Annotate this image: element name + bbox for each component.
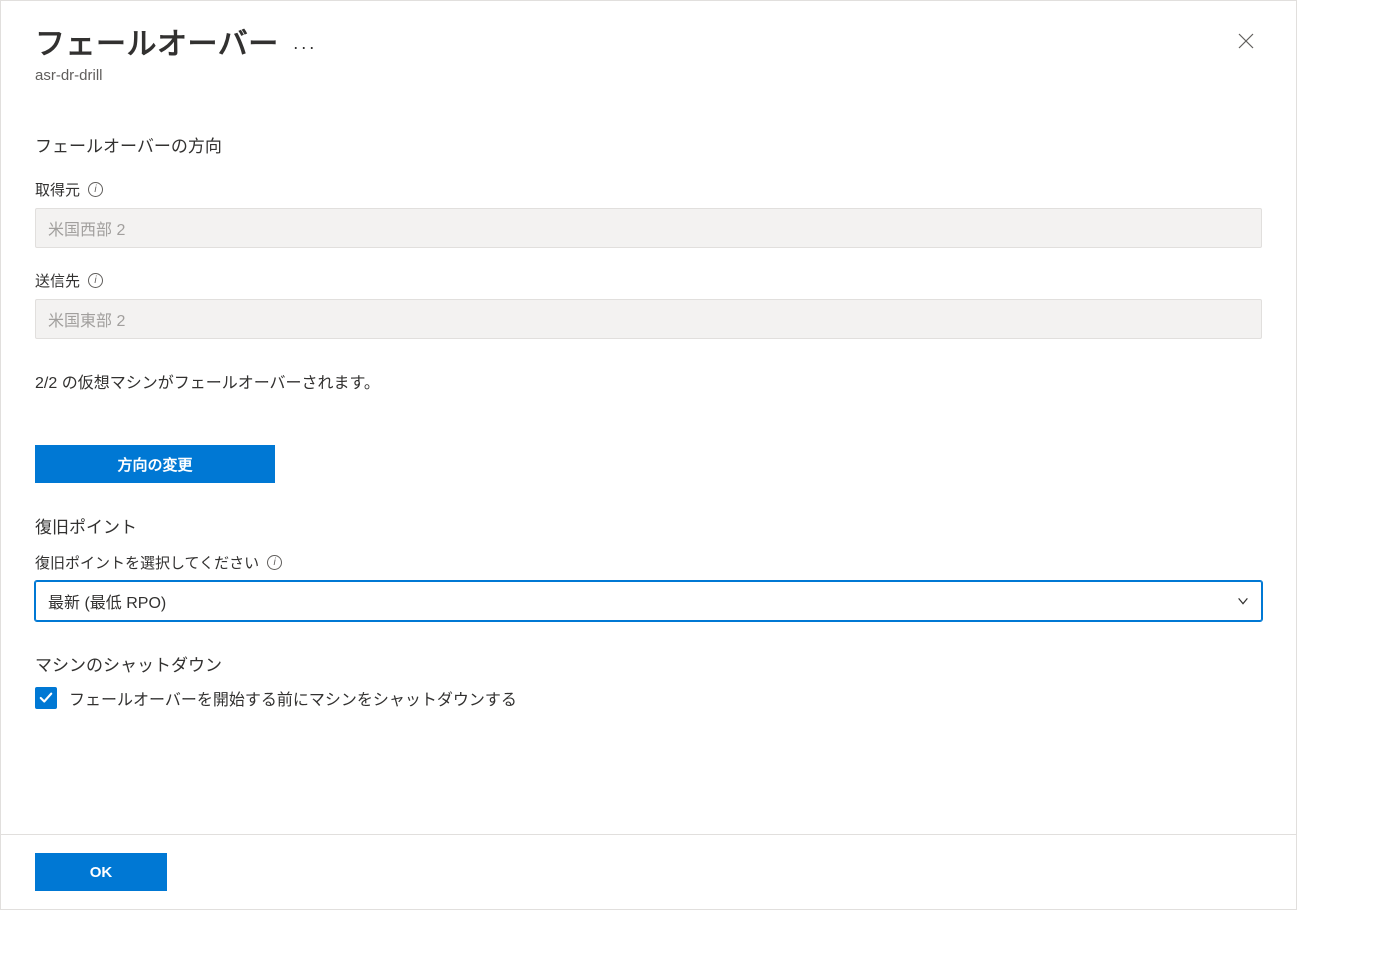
shutdown-checkbox-row: フェールオーバーを開始する前にマシンをシャットダウンする	[35, 686, 1262, 710]
recovery-point-select[interactable]: 最新 (最低 RPO)	[35, 581, 1262, 621]
close-button[interactable]	[1230, 25, 1262, 57]
info-icon[interactable]: i	[267, 555, 282, 570]
panel-body: フェールオーバー ··· asr-dr-drill フェールオーバーの方向 取得…	[1, 1, 1296, 834]
from-input	[35, 208, 1262, 248]
panel-footer: OK	[1, 834, 1296, 909]
more-actions-icon[interactable]: ···	[293, 37, 317, 58]
change-direction-button[interactable]: 方向の変更	[35, 445, 275, 483]
close-icon	[1238, 33, 1254, 49]
from-label-row: 取得元 i	[35, 179, 1262, 200]
shutdown-checkbox-label: フェールオーバーを開始する前にマシンをシャットダウンする	[69, 686, 517, 710]
direction-heading: フェールオーバーの方向	[35, 132, 1262, 157]
from-label: 取得元	[35, 179, 80, 200]
failover-panel: フェールオーバー ··· asr-dr-drill フェールオーバーの方向 取得…	[0, 0, 1297, 910]
title-left: フェールオーバー ···	[35, 19, 317, 63]
check-icon	[39, 691, 53, 705]
recovery-select-label-row: 復旧ポイントを選択してください i	[35, 552, 1262, 573]
to-label-row: 送信先 i	[35, 270, 1262, 291]
to-label: 送信先	[35, 270, 80, 291]
recovery-heading: 復旧ポイント	[35, 513, 1262, 538]
recovery-point-select-wrap: 最新 (最低 RPO)	[35, 581, 1262, 621]
info-icon[interactable]: i	[88, 273, 103, 288]
shutdown-checkbox[interactable]	[35, 687, 57, 709]
page-title: フェールオーバー	[35, 19, 279, 63]
title-row: フェールオーバー ···	[35, 19, 1262, 63]
failover-count-note: 2/2 の仮想マシンがフェールオーバーされます。	[35, 369, 1262, 393]
ok-button[interactable]: OK	[35, 853, 167, 891]
recovery-select-label: 復旧ポイントを選択してください	[35, 552, 259, 573]
shutdown-heading: マシンのシャットダウン	[35, 651, 1262, 676]
resource-name: asr-dr-drill	[35, 67, 1262, 84]
to-input	[35, 299, 1262, 339]
info-icon[interactable]: i	[88, 182, 103, 197]
recovery-point-selected: 最新 (最低 RPO)	[48, 589, 166, 613]
